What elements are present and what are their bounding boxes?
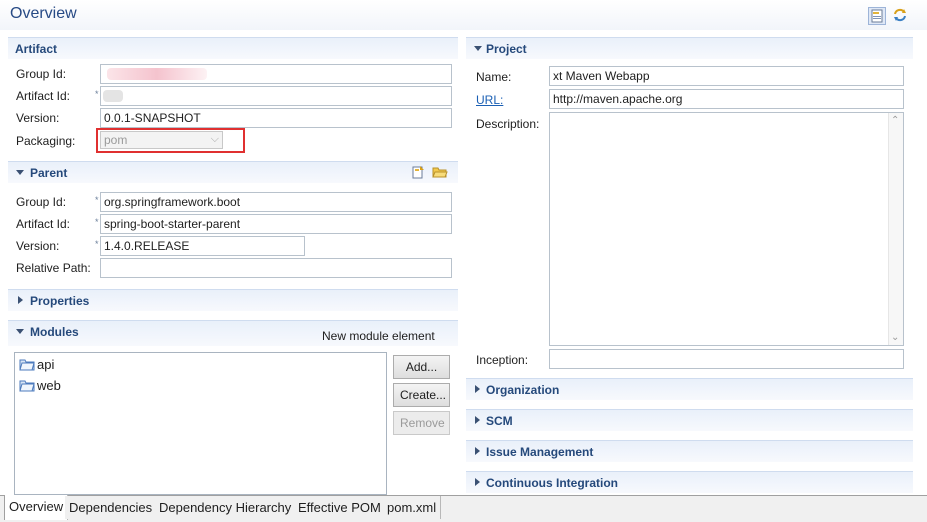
folder-icon xyxy=(19,380,35,392)
project-inception-field[interactable] xyxy=(549,349,904,369)
artifact-version-field[interactable] xyxy=(100,108,452,128)
tab-pom-xml[interactable]: pom.xml xyxy=(383,496,442,519)
modules-section-header[interactable]: Modules New module element xyxy=(8,320,458,346)
properties-section-header[interactable]: Properties xyxy=(8,289,458,311)
remove-module-button[interactable]: Remove xyxy=(393,411,450,435)
scm-section-header[interactable]: SCM xyxy=(466,409,913,431)
list-item[interactable]: web xyxy=(19,376,61,394)
artifact-group-id-field[interactable] xyxy=(100,64,452,84)
tab-effective-pom[interactable]: Effective POM xyxy=(294,496,386,519)
page-title: Overview xyxy=(10,5,77,22)
artifact-section-header: Artifact xyxy=(8,37,458,59)
redacted-mask xyxy=(103,90,123,102)
artifact-artifact-id-label: Artifact Id: xyxy=(16,89,71,103)
scroll-down-icon[interactable]: ⌄ xyxy=(891,332,899,343)
project-url-field[interactable] xyxy=(549,89,904,109)
organization-section-title: Organization xyxy=(486,383,560,397)
expand-arrow-icon xyxy=(475,478,480,486)
editor-header: Overview xyxy=(0,0,927,30)
project-inception-label: Inception: xyxy=(476,353,529,367)
tab-dependency-hierarchy[interactable]: Dependency Hierarchy xyxy=(155,496,297,519)
continuous-integration-section-header[interactable]: Continuous Integration xyxy=(466,471,913,493)
required-marker: * xyxy=(95,217,99,227)
open-parent-pom-icon[interactable] xyxy=(410,164,426,183)
packaging-highlight-box xyxy=(96,128,245,153)
parent-version-label: Version: xyxy=(16,239,60,253)
artifact-packaging-label: Packaging: xyxy=(16,134,76,148)
parent-version-field[interactable] xyxy=(100,236,305,256)
expand-arrow-icon xyxy=(18,296,23,304)
project-description-label: Description: xyxy=(476,117,540,131)
project-name-field[interactable] xyxy=(549,66,904,86)
issue-management-section-header[interactable]: Issue Management xyxy=(466,440,913,462)
organization-section-header[interactable]: Organization xyxy=(466,378,913,400)
project-url-link[interactable]: URL: xyxy=(476,93,503,107)
parent-artifact-id-field[interactable] xyxy=(100,214,452,234)
expand-arrow-icon xyxy=(475,416,480,424)
expand-arrow-icon xyxy=(475,385,480,393)
project-name-label: Name: xyxy=(476,70,512,84)
list-item[interactable]: api xyxy=(19,355,54,373)
refresh-icon[interactable] xyxy=(892,7,910,25)
tab-dependencies[interactable]: Dependencies xyxy=(65,496,158,519)
folder-icon xyxy=(19,359,35,371)
parent-group-id-label: Group Id: xyxy=(16,195,67,209)
add-module-button[interactable]: Add... xyxy=(393,355,450,379)
parent-relative-path-label: Relative Path: xyxy=(16,261,91,275)
issue-management-section-title: Issue Management xyxy=(486,445,594,459)
description-scrollbar[interactable]: ⌃ ⌄ xyxy=(888,113,903,345)
parent-section-header[interactable]: Parent xyxy=(8,161,458,183)
project-description-field[interactable]: ⌃ ⌄ xyxy=(549,112,904,346)
folder-open-icon[interactable] xyxy=(432,164,448,183)
required-marker: * xyxy=(95,239,99,249)
modules-list[interactable]: api web xyxy=(14,352,387,495)
redacted-mask xyxy=(107,68,207,80)
properties-section-title: Properties xyxy=(30,294,90,308)
editor-tab-bar: Overview Dependencies Dependency Hierarc… xyxy=(0,495,927,522)
pom-overview-icon[interactable] xyxy=(868,7,886,25)
modules-section-title: Modules xyxy=(30,325,79,339)
required-marker: * xyxy=(95,89,99,99)
artifact-section-title: Artifact xyxy=(15,42,58,56)
artifact-version-label: Version: xyxy=(16,111,60,125)
artifact-artifact-id-field[interactable] xyxy=(100,86,452,106)
required-marker: * xyxy=(95,195,99,205)
artifact-group-id-label: Group Id: xyxy=(16,67,67,81)
scm-section-title: SCM xyxy=(486,414,513,428)
create-module-button[interactable]: Create... xyxy=(393,383,450,407)
expand-arrow-icon xyxy=(475,447,480,455)
parent-relative-path-field[interactable] xyxy=(100,258,452,278)
parent-group-id-field[interactable] xyxy=(100,192,452,212)
collapse-arrow-icon xyxy=(16,170,24,175)
collapse-arrow-icon xyxy=(16,329,24,334)
project-section-title: Project xyxy=(486,42,527,56)
continuous-integration-section-title: Continuous Integration xyxy=(486,476,618,490)
scroll-up-icon[interactable]: ⌃ xyxy=(891,115,899,126)
parent-artifact-id-label: Artifact Id: xyxy=(16,217,71,231)
collapse-arrow-icon xyxy=(474,46,482,51)
project-section-header[interactable]: Project xyxy=(466,37,913,59)
new-module-hint: New module element xyxy=(322,329,435,343)
tab-overview[interactable]: Overview xyxy=(4,495,69,520)
parent-section-title: Parent xyxy=(30,166,68,180)
